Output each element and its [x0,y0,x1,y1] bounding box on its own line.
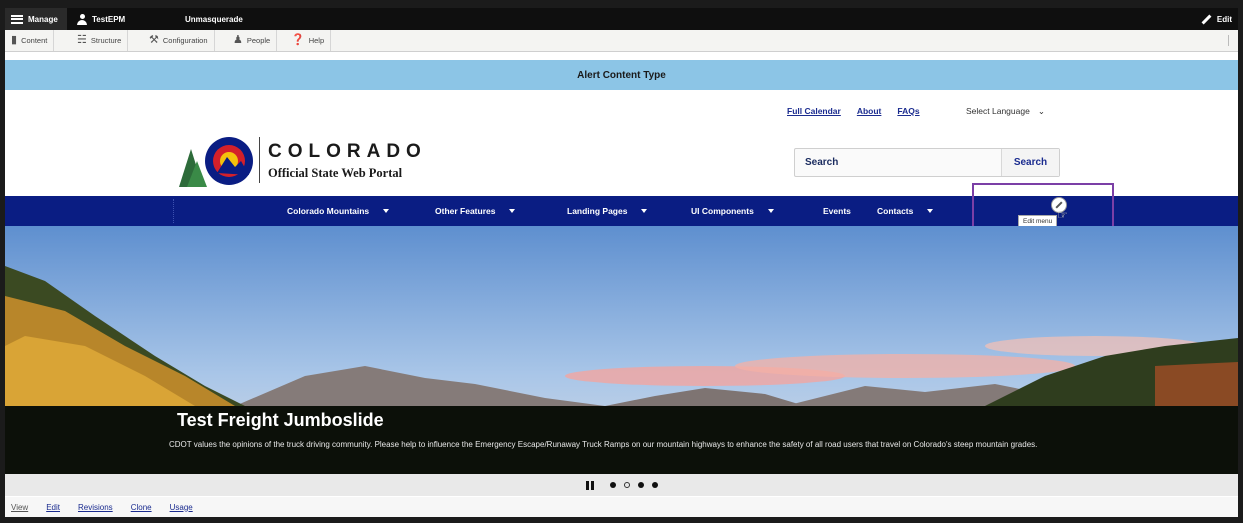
caret-down-icon [641,209,648,213]
nav-item-label: UI Components [691,206,754,216]
nav-item-contacts[interactable]: Contacts [877,196,934,226]
content-icon: ▮ [11,34,18,46]
full-calendar-link[interactable]: Full Calendar [787,106,841,118]
search-form: Search [794,148,1060,177]
faqs-link[interactable]: FAQs [897,106,919,118]
caret-down-icon [767,209,774,213]
nav-item-events[interactable]: Events [823,196,851,226]
caret-down-icon [383,209,390,213]
wrench-icon: ⚒ [149,34,159,46]
chevron-down-icon: ⌄ [1037,106,1045,116]
site-tagline: Official State Web Portal [268,166,403,180]
language-select-label: Select Language [966,106,1030,116]
nav-item-ui-components[interactable]: UI Components [691,196,774,226]
people-icon: ♟ [233,34,243,46]
logo-divider [259,137,260,183]
carousel-dot-active[interactable] [623,482,630,488]
pointer-cursor-icon: ☞ [1057,208,1068,222]
hero-slide: Test Freight Jumboslide CDOT values the … [5,226,1238,474]
slide-body: CDOT values the opinions of the truck dr… [169,440,1038,449]
carousel-dot[interactable] [637,482,644,488]
tray-item-help[interactable]: ❓ Help [285,30,332,51]
tray-item-structure[interactable]: ☵ Structure [71,30,129,51]
search-button[interactable]: Search [1001,149,1059,176]
pencil-icon [1201,14,1212,24]
nav-item-label: Landing Pages [567,206,628,216]
tray-item-label: Configuration [162,36,208,45]
nav-item-label: Colorado Mountains [287,206,370,216]
nav-item-label: Other Features [435,206,496,216]
tab-view[interactable]: View [11,503,28,512]
tray-item-configuration[interactable]: ⚒ Configuration [143,30,215,51]
colorado-logo[interactable] [177,133,257,189]
caret-down-icon [509,209,516,213]
tray-item-content[interactable]: ▮ Content [5,30,55,51]
menu-icon [11,14,23,24]
nav-divider [173,199,174,223]
tray-item-people[interactable]: ♟ People [227,30,278,51]
tray-orientation-toggle[interactable] [1228,35,1234,46]
user-icon [77,13,87,25]
unmasquerade-button[interactable]: Unmasquerade [185,8,243,30]
alert-text: Alert Content Type [577,69,666,81]
site-wordmark: COLORADO [268,141,427,162]
carousel-dot[interactable] [651,482,658,488]
user-button[interactable]: TestEPM [77,8,125,30]
tray-item-label: Content [21,36,48,45]
user-label: TestEPM [92,14,126,24]
tray-item-label: Structure [90,36,122,45]
language-select[interactable]: Select Language ⌄ [966,106,1045,117]
pause-icon[interactable] [585,480,594,490]
carousel-controls [5,474,1238,496]
manage-button[interactable]: Manage [5,8,67,30]
tray-item-label: Help [308,36,325,45]
tab-revisions[interactable]: Revisions [78,503,113,512]
manage-label: Manage [28,14,58,24]
nav-item-label: Events [823,206,851,216]
nav-item-landing-pages[interactable]: Landing Pages [567,196,648,226]
nav-item-label: Contacts [877,206,914,216]
tab-usage[interactable]: Usage [170,503,193,512]
admin-toolbar: Manage TestEPM Unmasquerade Edit [5,8,1238,30]
carousel-dot[interactable] [609,482,616,488]
local-tasks: View Edit Revisions Clone Usage [5,497,1238,517]
about-link[interactable]: About [857,106,882,118]
caret-down-icon [927,209,934,213]
nav-item-other-features[interactable]: Other Features [435,196,516,226]
nav-item-colorado-mountains[interactable]: Colorado Mountains [287,196,390,226]
utility-nav: Full Calendar About FAQs [787,106,920,118]
tab-edit[interactable]: Edit [46,503,60,512]
admin-tray: ▮ Content ☵ Structure ⚒ Configuration ♟ … [5,30,1238,52]
search-input[interactable] [795,149,1000,176]
tray-item-label: People [246,36,271,45]
slide-title: Test Freight Jumboslide [177,410,384,430]
structure-icon: ☵ [77,34,87,46]
tab-clone[interactable]: Clone [131,503,152,512]
toolbar-edit-label: Edit [1216,14,1232,24]
alert-banner: Alert Content Type [5,60,1238,90]
browser-page: Manage TestEPM Unmasquerade Edit ▮ Conte… [5,8,1238,517]
toolbar-edit-button[interactable]: Edit [1201,8,1232,30]
help-icon: ❓ [291,34,305,46]
